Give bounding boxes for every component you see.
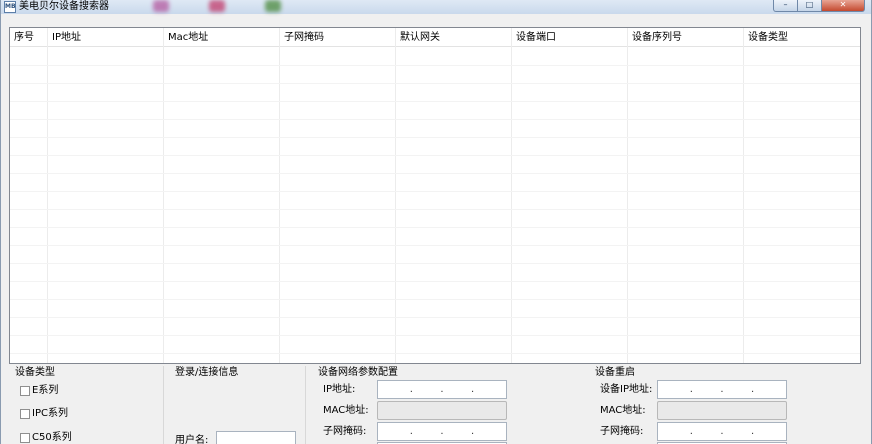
grid-row-line	[10, 137, 860, 138]
device-type-title: 设备类型	[15, 367, 55, 378]
grid-row-line	[10, 209, 860, 210]
grid-row-line	[10, 281, 860, 282]
title-bar[interactable]: MB 美电贝尔设备搜索器 – □ ✕	[1, 0, 871, 14]
subnet-mask-label: 子网掩码:	[323, 426, 367, 437]
column-divider	[395, 28, 396, 363]
column-header-mac[interactable]: Mac地址	[164, 28, 280, 47]
column-header-index[interactable]: 序号	[10, 28, 47, 47]
grid-row-line	[10, 245, 860, 246]
reboot-mac-input[interactable]	[657, 401, 787, 420]
blurred-taskbar-icon-3	[265, 0, 281, 12]
ip-dot: .	[409, 384, 413, 395]
checkbox-ipc-series[interactable]: IPC系列	[20, 408, 68, 420]
ip-dot: .	[689, 384, 693, 395]
ip-dot: .	[440, 426, 444, 437]
grid-row-line	[10, 335, 860, 336]
app-window: MB 美电贝尔设备搜索器 – □ ✕ 序号 IP地址 Mac地址 子网掩码 默认…	[0, 0, 872, 444]
column-divider	[743, 28, 744, 363]
username-input[interactable]	[216, 431, 296, 444]
app-icon: MB	[4, 1, 16, 13]
ip-dot: .	[720, 426, 724, 437]
checkbox-label: IPC系列	[32, 408, 68, 419]
maximize-button[interactable]: □	[798, 0, 822, 12]
reboot-mac-label: MAC地址:	[600, 405, 646, 416]
column-header-gateway[interactable]: 默认网关	[396, 28, 512, 47]
reboot-mask-input[interactable]: . . .	[657, 422, 787, 441]
reboot-ip-label: 设备IP地址:	[600, 384, 653, 395]
group-divider	[305, 366, 306, 444]
column-divider	[47, 28, 48, 363]
ip-dot: .	[471, 384, 475, 395]
reboot-ip-input[interactable]: . . .	[657, 380, 787, 399]
checkbox-box[interactable]	[20, 409, 30, 419]
grid-row-line	[10, 83, 860, 84]
window-title: 美电贝尔设备搜索器	[19, 1, 109, 12]
mac-address-label: MAC地址:	[323, 405, 369, 416]
checkbox-box[interactable]	[20, 386, 30, 396]
checkbox-e-series[interactable]: E系列	[20, 385, 58, 397]
grid-row-line	[10, 353, 860, 354]
ip-dot: .	[471, 426, 475, 437]
column-header-subnet-mask[interactable]: 子网掩码	[280, 28, 396, 47]
grid-row-line	[10, 65, 860, 66]
grid-row-line	[10, 173, 860, 174]
column-divider	[279, 28, 280, 363]
reboot-mask-label: 子网掩码:	[600, 426, 644, 437]
blurred-taskbar-icon-2	[209, 0, 225, 12]
grid-row-line	[10, 299, 860, 300]
blurred-taskbar-icon-1	[153, 0, 169, 12]
ip-dot: .	[689, 426, 693, 437]
ip-dot: .	[409, 426, 413, 437]
login-info-title: 登录/连接信息	[175, 367, 239, 378]
grid-row-line	[10, 317, 860, 318]
ip-address-input[interactable]: . . .	[377, 380, 507, 399]
ip-dot: .	[440, 384, 444, 395]
ip-address-label: IP地址:	[323, 384, 356, 395]
grid-row-line	[10, 227, 860, 228]
net-config-title: 设备网络参数配置	[318, 367, 398, 378]
ip-dot: .	[720, 384, 724, 395]
window-controls: – □ ✕	[773, 0, 865, 12]
column-header-serial[interactable]: 设备序列号	[628, 28, 744, 47]
device-list-grid[interactable]: 序号 IP地址 Mac地址 子网掩码 默认网关 设备端口 设备序列号 设备类型	[9, 27, 861, 364]
group-divider	[163, 366, 164, 444]
checkbox-label: C50系列	[32, 432, 72, 443]
grid-row-line	[10, 155, 860, 156]
grid-row-line	[10, 191, 860, 192]
checkbox-box[interactable]	[20, 433, 30, 443]
grid-header: 序号 IP地址 Mac地址 子网掩码 默认网关 设备端口 设备序列号 设备类型	[10, 28, 860, 47]
ip-dot: .	[751, 426, 755, 437]
column-divider	[511, 28, 512, 363]
column-header-ip[interactable]: IP地址	[48, 28, 164, 47]
column-divider	[627, 28, 628, 363]
column-header-port[interactable]: 设备端口	[512, 28, 628, 47]
mac-address-input[interactable]	[377, 401, 507, 420]
column-divider	[163, 28, 164, 363]
username-label: 用户名:	[175, 435, 209, 444]
grid-row-line	[10, 119, 860, 120]
column-header-device-type[interactable]: 设备类型	[744, 28, 860, 47]
subnet-mask-input[interactable]: . . .	[377, 422, 507, 441]
checkbox-c50-series[interactable]: C50系列	[20, 432, 72, 444]
close-button[interactable]: ✕	[822, 0, 865, 12]
checkbox-label: E系列	[32, 385, 59, 396]
ip-dot: .	[751, 384, 755, 395]
minimize-button[interactable]: –	[773, 0, 798, 12]
grid-row-line	[10, 101, 860, 102]
grid-row-line	[10, 263, 860, 264]
reboot-title: 设备重启	[595, 367, 635, 378]
